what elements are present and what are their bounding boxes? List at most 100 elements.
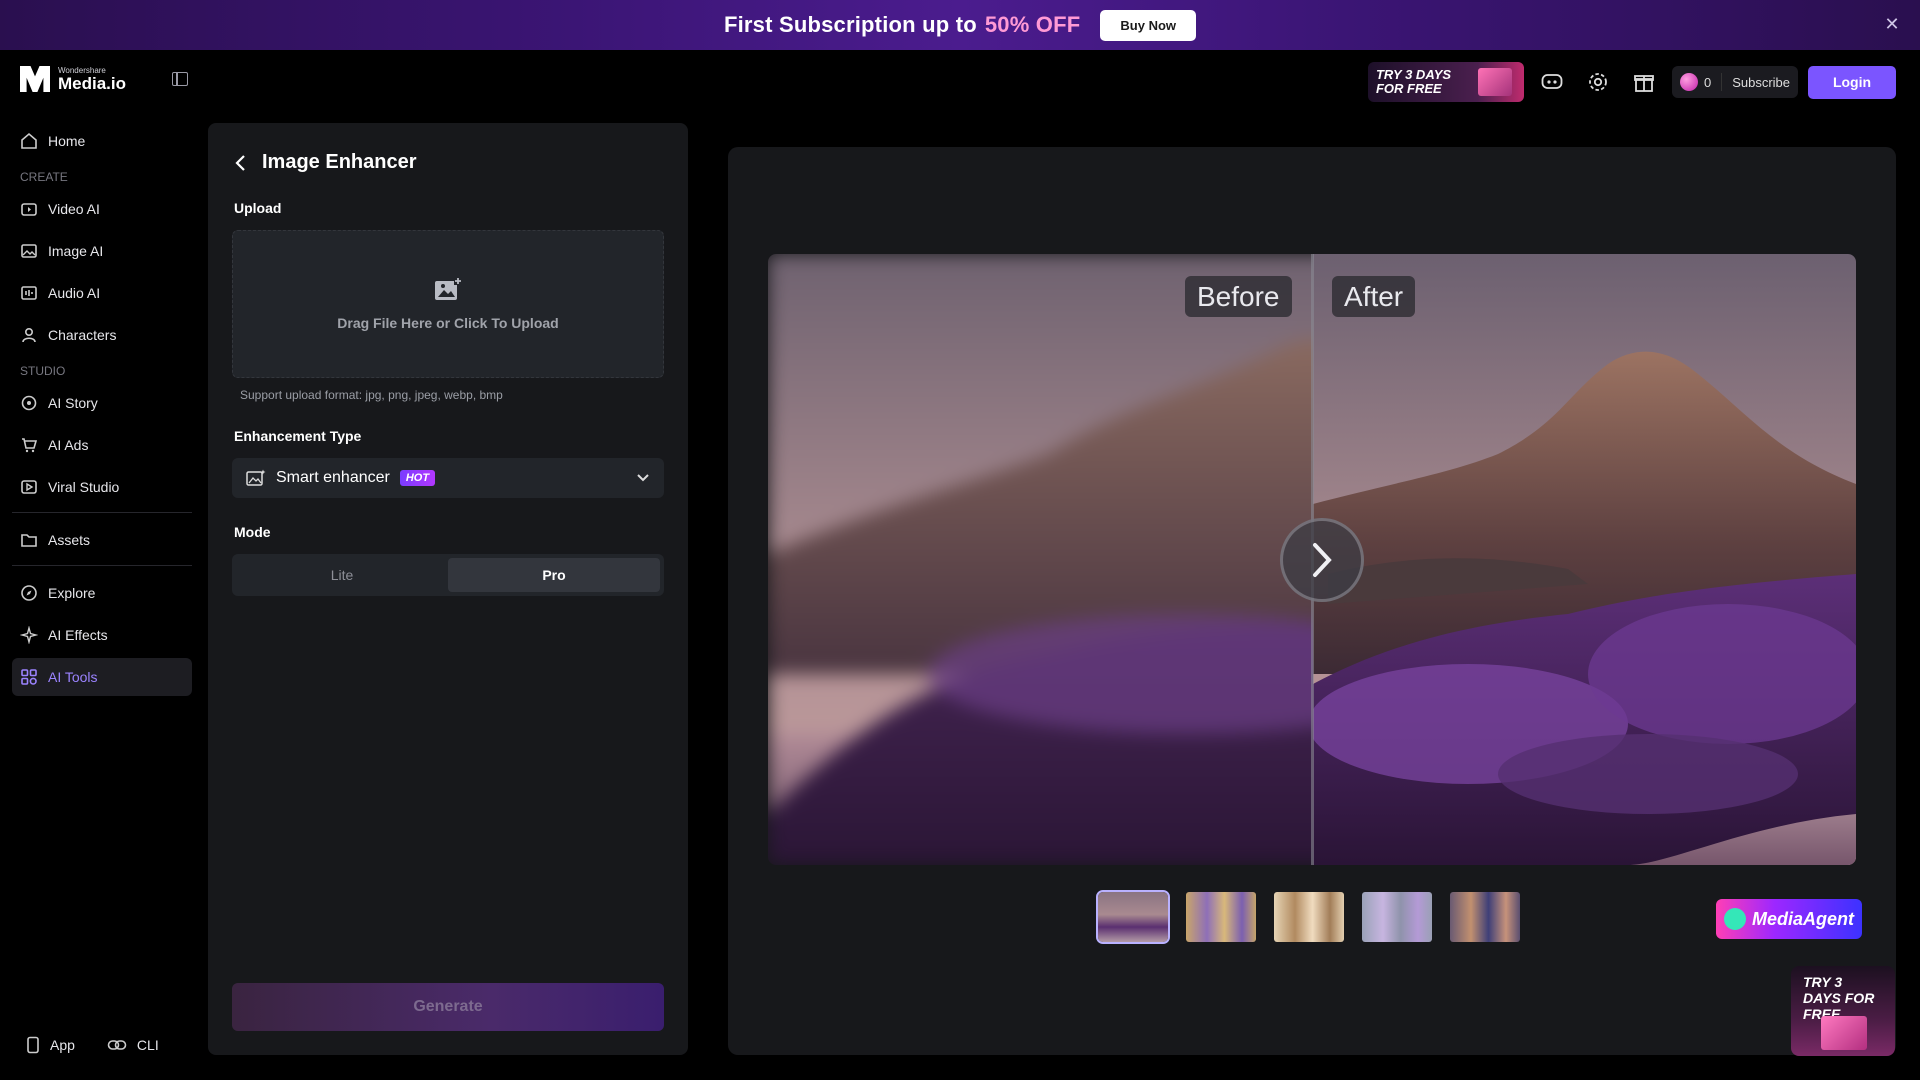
sidebar-item-ai-story[interactable]: AI Story: [12, 384, 192, 422]
media-agent-icon: [1724, 908, 1746, 930]
subscribe-link[interactable]: Subscribe: [1732, 75, 1790, 90]
sparkle-icon: [20, 626, 38, 644]
cli-link[interactable]: CLI: [107, 1036, 159, 1054]
close-icon[interactable]: ✕: [1882, 14, 1902, 34]
nav-divider: [12, 565, 192, 566]
page-title: Image Enhancer: [234, 151, 664, 174]
sidebar-item-label: AI Story: [48, 395, 98, 411]
media-agent-label: MediaAgent: [1752, 908, 1855, 929]
mode-toggle: Lite Pro: [232, 554, 664, 596]
upload-format-hint: Support upload format: jpg, png, jpeg, w…: [240, 388, 503, 402]
sidebar-item-label: AI Ads: [48, 437, 89, 453]
sidebar-toggle-icon[interactable]: [172, 72, 188, 86]
video-icon: [21, 203, 37, 216]
sample-thumbnail[interactable]: [1448, 890, 1522, 944]
mode-pro-option[interactable]: Pro: [448, 558, 660, 592]
home-icon: [21, 132, 37, 149]
buy-now-button[interactable]: Buy Now: [1100, 9, 1197, 41]
enhance-image-icon: [246, 469, 266, 486]
viral-icon: [21, 480, 37, 494]
sidebar-item-characters[interactable]: Characters: [12, 316, 192, 354]
enhancement-type-label: Enhancement Type: [234, 428, 362, 444]
trial-float-text: TRY 3 DAYS FOR FREE: [1803, 974, 1875, 1022]
discord-icon[interactable]: [1534, 64, 1570, 100]
sidebar-item-ai-effects[interactable]: AI Effects: [12, 616, 192, 654]
panel-title-text: Image Enhancer: [262, 151, 417, 173]
sidebar-item-home[interactable]: Home: [12, 122, 192, 160]
sidebar-item-label: Audio AI: [48, 285, 101, 301]
story-icon: [21, 395, 37, 411]
credits-box[interactable]: 0 Subscribe: [1671, 66, 1798, 98]
promo-text: First Subscription up to 50% OFF: [724, 12, 1080, 38]
sidebar-item-label: AI Effects: [48, 627, 108, 643]
sample-thumbnail[interactable]: [1096, 890, 1170, 944]
sidebar-item-label: Image AI: [48, 243, 104, 259]
person-icon: [22, 327, 36, 343]
audio-icon: [21, 286, 37, 300]
chevron-right-icon: [1313, 543, 1332, 577]
compass-icon: [21, 585, 37, 601]
sidebar-item-viral-studio[interactable]: Viral Studio: [12, 468, 192, 506]
after-label: After: [1332, 276, 1416, 317]
mode-lite-option[interactable]: Lite: [236, 558, 448, 592]
sidebar-item-assets[interactable]: Assets: [12, 521, 192, 559]
sidebar-item-video-ai[interactable]: Video AI: [12, 190, 192, 228]
free-trial-float[interactable]: TRY 3 DAYS FOR FREE: [1791, 966, 1895, 1056]
sidebar-item-explore[interactable]: Explore: [12, 574, 192, 612]
upload-dropzone[interactable]: Drag File Here or Click To Upload: [232, 230, 664, 378]
sidebar-item-ai-ads[interactable]: AI Ads: [12, 426, 192, 464]
logo-name: Media.io: [58, 73, 127, 93]
logo[interactable]: Wondershare Media.io: [20, 66, 126, 92]
free-trial-badge[interactable]: TRY 3 DAYS FOR FREE: [1367, 62, 1524, 102]
gift-icon[interactable]: [1626, 64, 1662, 100]
generate-button[interactable]: Generate: [232, 983, 664, 1031]
upload-text: Drag File Here or Click To Upload: [337, 315, 559, 331]
promo-message: First Subscription up to: [723, 12, 977, 37]
sidebar-item-ai-tools[interactable]: AI Tools: [12, 658, 192, 696]
hot-badge: HOT: [399, 470, 436, 486]
sample-thumbnails: [1096, 890, 1522, 944]
sidebar-item-image-ai[interactable]: Image AI: [12, 232, 192, 270]
sidebar-item-label: Assets: [48, 532, 91, 548]
app-label: App: [50, 1037, 75, 1053]
sidebar-item-label: Characters: [48, 327, 117, 343]
enhancement-type-value: Smart enhancer: [276, 469, 390, 486]
folder-icon: [21, 534, 37, 547]
gem-icon: [1679, 73, 1698, 91]
sidebar-item-label: Explore: [48, 585, 96, 601]
sample-thumbnail[interactable]: [1272, 890, 1346, 944]
slider-handle[interactable]: [1280, 518, 1364, 602]
phone-icon: [27, 1036, 39, 1054]
app-link[interactable]: App: [26, 1036, 75, 1054]
section-studio: STUDIO: [20, 364, 66, 378]
cli-label: CLI: [136, 1037, 159, 1053]
mode-label: Mode: [234, 524, 271, 540]
image-icon: [21, 244, 37, 258]
sidebar-item-audio-ai[interactable]: Audio AI: [12, 274, 192, 312]
sidebar-item-label: Viral Studio: [48, 479, 120, 495]
upload-label: Upload: [234, 200, 282, 216]
enhancement-type-select[interactable]: Smart enhancer HOT: [232, 458, 664, 498]
sidebar-nav: Home CREATE Video AI Image AI Audio AI C…: [12, 122, 192, 700]
chevron-down-icon: [637, 474, 649, 482]
sidebar-item-label: Video AI: [48, 201, 100, 217]
before-label: Before: [1185, 276, 1292, 317]
sample-thumbnail[interactable]: [1184, 890, 1258, 944]
gift-box-icon: [1821, 1016, 1867, 1050]
before-image: [768, 254, 1313, 865]
promo-banner: First Subscription up to 50% OFF Buy Now …: [0, 0, 1920, 50]
sidebar-item-label: AI Tools: [48, 669, 98, 685]
preview-area: Before After MediaAgent: [728, 147, 1896, 1055]
sample-thumbnail[interactable]: [1360, 890, 1434, 944]
cart-icon: [22, 438, 38, 453]
link-icon: [107, 1040, 127, 1050]
top-toolbar: TRY 3 DAYS FOR FREE 0 Subscribe Login: [1367, 62, 1896, 102]
before-after-comparison[interactable]: Before After: [768, 254, 1856, 865]
sidebar-footer: App CLI: [26, 1036, 159, 1054]
promo-highlight: 50% OFF: [984, 12, 1081, 37]
nav-divider: [12, 512, 192, 513]
media-agent-button[interactable]: MediaAgent: [1716, 899, 1862, 939]
login-button[interactable]: Login: [1808, 65, 1896, 99]
back-arrow-icon[interactable]: [234, 153, 248, 173]
gear-icon[interactable]: [1580, 64, 1616, 100]
